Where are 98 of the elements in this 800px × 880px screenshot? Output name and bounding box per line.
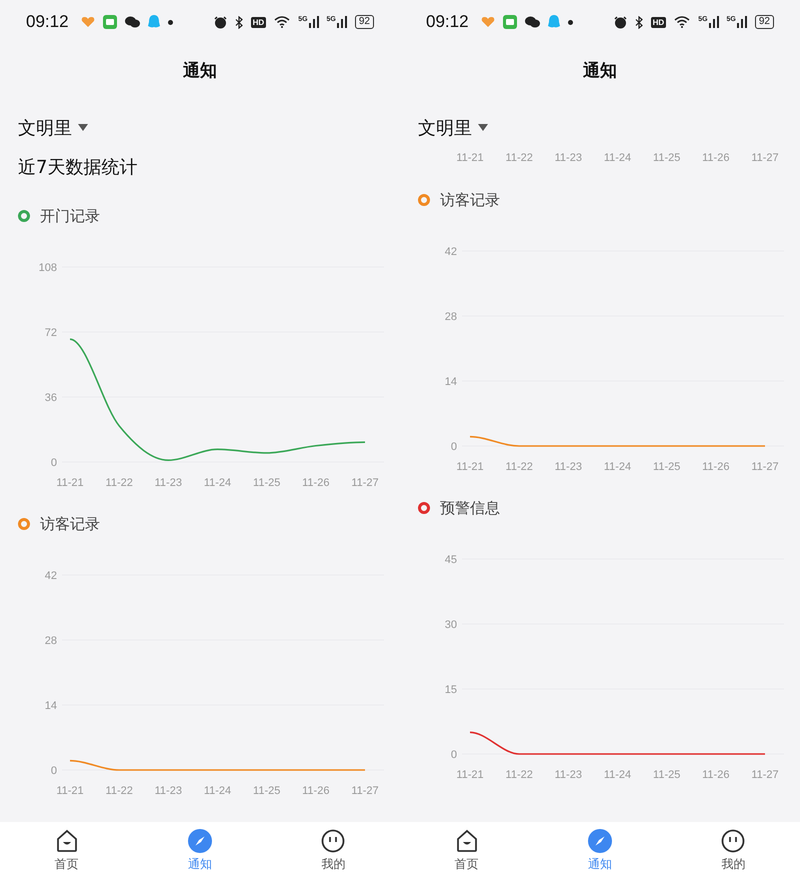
heart-icon [480,16,495,28]
axis-label: 15 [444,684,457,696]
legend-label: 访客记录 [40,514,100,534]
bluetooth-icon [234,16,243,28]
location-dropdown[interactable]: 文明里 [0,110,106,146]
axis-label: 11-23 [154,785,182,797]
axis-label: 11-22 [506,769,533,781]
axis-label: 11-22 [106,785,133,797]
axis-label: 11-27 [751,769,779,781]
chat-bubbles-icon [124,16,140,28]
legend-label: 预警信息 [440,498,500,518]
compass-icon [188,829,212,853]
axis-label: 11-23 [554,152,582,164]
axis-label: 42 [444,246,457,258]
bluetooth-icon [634,16,643,28]
legend-label: 访客记录 [440,190,500,210]
axis-label: 11-24 [604,769,632,781]
hd-badge: HD [650,16,666,28]
axis-label: 11-26 [702,769,730,781]
alarm-icon [614,16,627,28]
axis-label: 11-26 [702,152,730,164]
section-title: 近7天数据统计 [18,156,138,179]
axis-label: 11-25 [253,477,280,489]
axis-label: 11-21 [56,785,84,797]
axis-label: 11-25 [653,769,680,781]
axis-label: 11-27 [751,461,779,473]
legend-label: 开门记录 [40,206,100,226]
home-icon [54,829,79,853]
battery-level: 92 [354,15,374,29]
tab-bar-item[interactable]: 我的 [666,822,800,880]
chat-icon [502,15,517,29]
axis-label: 11-26 [302,477,330,489]
axis-label: 11-23 [554,769,582,781]
signal-icon [308,16,319,28]
wifi-icon [674,16,690,28]
signal-icon [736,16,747,28]
axis-label: 11-27 [351,477,379,489]
tab-bar-item[interactable]: 我的 [266,822,400,880]
axis-label: 11-22 [506,152,533,164]
axis-label: 108 [38,262,57,274]
axis-label: 0 [50,765,57,777]
axis-label: 28 [444,311,457,323]
dot-icon [568,20,573,24]
face-icon [721,829,746,853]
status-time: 09:12 [26,12,69,32]
chat-bubbles-icon [524,16,540,28]
axis-label: 11-26 [702,461,730,473]
axis-label: 0 [450,441,457,453]
axis-label: 11-22 [506,461,533,473]
wifi-icon [274,16,290,28]
axis-label: 11-24 [204,477,232,489]
axis-label: 42 [44,570,57,582]
axis-label: 0 [450,749,457,761]
axis-label: 0 [50,457,57,469]
face-icon [321,829,346,853]
axis-label: 11-24 [604,461,632,473]
battery-level: 92 [754,15,774,29]
axis-label: 11-27 [751,152,779,164]
location-dropdown[interactable]: 文明里 [400,110,506,146]
axis-label: 28 [44,635,57,647]
axis-label: 11-21 [456,461,484,473]
status-time: 09:12 [426,12,469,32]
heart-icon [80,16,95,28]
axis-label: 11-23 [554,461,582,473]
caret-icon [478,124,488,132]
axis-label: 14 [44,700,57,712]
axis-label: 14 [444,376,457,388]
tab-bar-item[interactable]: 通知 [133,822,267,880]
signal-icon [336,16,347,28]
axis-label: 11-21 [56,477,84,489]
page-title: 通知 [583,60,617,82]
axis-label: 11-25 [253,785,280,797]
chat-icon [102,15,117,29]
axis-label: 11-24 [204,785,232,797]
axis-label: 45 [444,554,457,566]
axis-label: 11-26 [302,785,330,797]
tab-bar-item[interactable]: 首页 [400,822,534,880]
tab-bar-item[interactable]: 通知 [533,822,667,880]
axis-label: 72 [44,327,57,339]
page-title: 通知 [183,60,217,82]
caret-icon [78,124,88,132]
axis-label: 11-21 [456,152,484,164]
signal-icon [708,16,719,28]
alarm-icon [214,16,227,28]
axis-label: 36 [44,392,57,404]
dot-icon [168,20,173,24]
tab-bar-item[interactable]: 首页 [0,822,134,880]
axis-label: 11-25 [653,152,680,164]
axis-label: 11-25 [653,461,680,473]
home-icon [454,829,479,853]
axis-label: 11-21 [456,769,484,781]
compass-icon [588,829,612,853]
axis-label: 11-22 [106,477,133,489]
hd-badge: HD [250,16,266,28]
axis-label: 30 [444,619,457,631]
axis-label: 11-23 [154,477,182,489]
axis-label: 11-24 [604,152,632,164]
axis-label: 11-27 [351,785,379,797]
